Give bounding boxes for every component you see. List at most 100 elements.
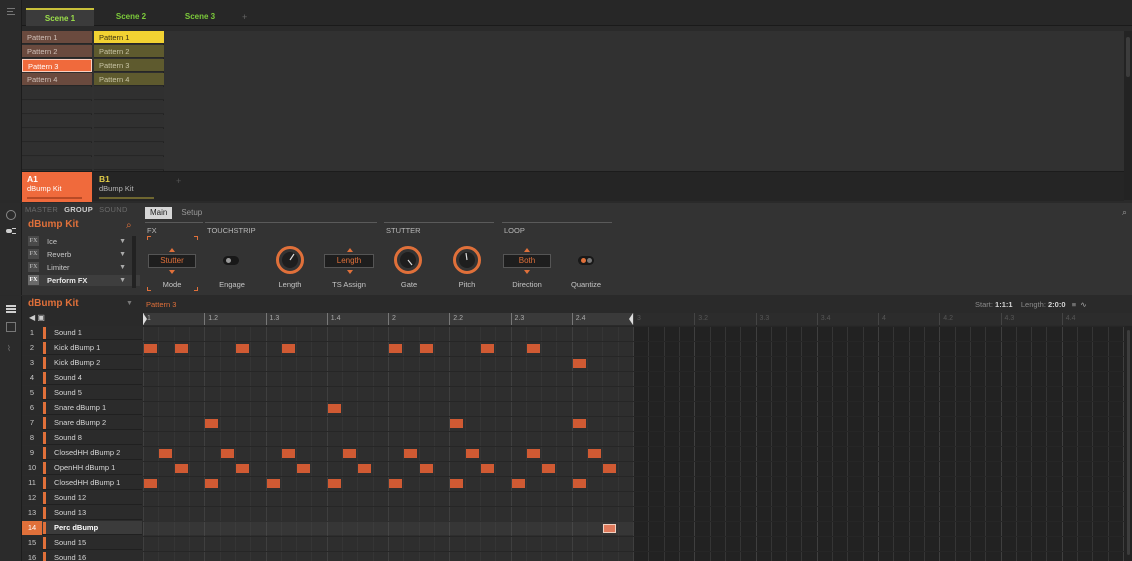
fx-list-scrollbar[interactable] xyxy=(132,236,136,288)
group-a1[interactable]: A1 dBump Kit xyxy=(22,172,92,202)
arranger-scrollbar[interactable] xyxy=(1124,31,1132,200)
tab-main[interactable]: Main xyxy=(145,207,173,219)
note[interactable] xyxy=(328,479,341,488)
tab-setup[interactable]: Setup xyxy=(176,207,207,219)
note[interactable] xyxy=(236,464,249,473)
sound-row[interactable]: 11 ClosedHH dBump 1 xyxy=(22,476,142,490)
tab-sound[interactable]: SOUND xyxy=(99,205,128,214)
empty-pattern-slot[interactable] xyxy=(22,129,92,142)
note[interactable] xyxy=(527,344,540,353)
empty-pattern-slot[interactable] xyxy=(22,101,92,114)
note[interactable] xyxy=(297,464,310,473)
empty-pattern-slot[interactable] xyxy=(94,143,164,156)
length-knob[interactable] xyxy=(276,246,304,274)
sound-row[interactable]: 13 Sound 13 xyxy=(22,506,142,520)
note[interactable] xyxy=(573,359,586,368)
note[interactable] xyxy=(159,449,172,458)
note[interactable] xyxy=(282,344,295,353)
empty-pattern-slot[interactable] xyxy=(94,129,164,142)
step-grid[interactable] xyxy=(143,326,633,561)
tab-group[interactable]: GROUP xyxy=(64,205,93,214)
pattern-cell-active[interactable]: Pattern 1 xyxy=(94,31,164,44)
note[interactable] xyxy=(328,404,341,413)
arrow-down-icon[interactable] xyxy=(169,270,175,274)
search-icon[interactable]: ⌕ xyxy=(126,220,132,231)
note[interactable] xyxy=(588,449,601,458)
sound-row[interactable]: 3 Kick dBump 2 xyxy=(22,356,142,370)
sound-row[interactable]: 1 Sound 1 xyxy=(22,326,142,340)
note[interactable] xyxy=(603,464,616,473)
sound-row[interactable]: 10 OpenHH dBump 1 xyxy=(22,461,142,475)
empty-pattern-slot[interactable] xyxy=(22,115,92,128)
note[interactable] xyxy=(450,479,463,488)
automation-icon[interactable]: ⌇ xyxy=(7,344,15,356)
sound-row[interactable]: 4 Sound 4 xyxy=(22,371,142,385)
editor-kit-name[interactable]: dBump Kit xyxy=(28,298,79,309)
chevron-down-icon[interactable]: ▼ xyxy=(126,300,133,307)
empty-pattern-slot[interactable] xyxy=(94,115,164,128)
chevron-down-icon[interactable]: ▼ xyxy=(119,249,126,260)
length-value[interactable]: 2:0:0 xyxy=(1048,300,1066,309)
note[interactable] xyxy=(221,449,234,458)
note[interactable] xyxy=(512,479,525,488)
pattern-cell[interactable]: Pattern 2 xyxy=(94,45,164,58)
arrow-up-icon[interactable] xyxy=(524,248,530,252)
empty-pattern-slot[interactable] xyxy=(22,87,92,100)
fx-slot-3[interactable]: FX Limiter ▼ xyxy=(28,262,140,273)
note[interactable] xyxy=(389,479,402,488)
pattern-name[interactable]: Pattern 3 xyxy=(146,300,176,309)
note-selected[interactable] xyxy=(603,524,616,533)
ts-assign-selector[interactable]: Length xyxy=(324,254,374,268)
plug-icon[interactable] xyxy=(6,227,16,235)
pattern-cell-selected[interactable]: Pattern 3 xyxy=(22,59,92,72)
sound-row[interactable]: 16 Sound 16 xyxy=(22,551,142,561)
note[interactable] xyxy=(343,449,356,458)
note[interactable] xyxy=(450,419,463,428)
fx-slot-4-selected[interactable]: FX Perform FX ▼ xyxy=(28,275,140,286)
sound-row[interactable]: 8 Sound 8 xyxy=(22,431,142,445)
note[interactable] xyxy=(236,344,249,353)
search-icon[interactable]: ⌕ xyxy=(1122,207,1127,218)
record-icon[interactable] xyxy=(6,210,16,220)
direction-selector[interactable]: Both xyxy=(503,254,551,268)
empty-pattern-slot[interactable] xyxy=(94,157,164,170)
sound-row[interactable]: 2 Kick dBump 1 xyxy=(22,341,142,355)
empty-pattern-slot[interactable] xyxy=(94,87,164,100)
arrow-up-icon[interactable] xyxy=(169,248,175,252)
pattern-cell[interactable]: Pattern 4 xyxy=(94,73,164,86)
note[interactable] xyxy=(573,479,586,488)
tab-master[interactable]: MASTER xyxy=(25,205,58,214)
note[interactable] xyxy=(404,449,417,458)
speaker-icon[interactable]: ◀︎ ▣ xyxy=(29,313,45,322)
scene-tab-3[interactable]: Scene 3 xyxy=(167,8,233,26)
fx-slot-2[interactable]: FX Reverb ▼ xyxy=(28,249,140,260)
note[interactable] xyxy=(175,344,188,353)
pattern-cell[interactable]: Pattern 2 xyxy=(22,45,92,58)
chevron-down-icon[interactable]: ▼ xyxy=(119,262,126,273)
sound-row[interactable]: 9 ClosedHH dBump 2 xyxy=(22,446,142,460)
note[interactable] xyxy=(527,449,540,458)
pattern-cell[interactable]: Pattern 1 xyxy=(22,31,92,44)
sound-row[interactable]: 12 Sound 12 xyxy=(22,491,142,505)
engage-toggle[interactable] xyxy=(223,256,239,265)
note[interactable] xyxy=(282,449,295,458)
editor-scrollbar[interactable] xyxy=(1125,326,1132,561)
pattern-cell[interactable]: Pattern 4 xyxy=(22,73,92,86)
arrow-down-icon[interactable] xyxy=(524,270,530,274)
timeline-ruler-outside-loop[interactable]: 3 3.2 3.3 3.4 4 4.2 4.3 4.4 xyxy=(633,313,1132,325)
chevron-down-icon[interactable]: ▼ xyxy=(119,236,126,247)
note[interactable] xyxy=(358,464,371,473)
scrollbar-thumb[interactable] xyxy=(1127,330,1130,555)
keyboard-view-icon[interactable] xyxy=(6,304,16,314)
note[interactable] xyxy=(144,479,157,488)
sound-row[interactable]: 6 Snare dBump 1 xyxy=(22,401,142,415)
grid-view-icon[interactable] xyxy=(6,322,16,332)
note[interactable] xyxy=(481,344,494,353)
quantize-toggle[interactable] xyxy=(578,256,594,265)
sound-row[interactable]: 15 Sound 15 xyxy=(22,536,142,550)
scene-tab-2[interactable]: Scene 2 xyxy=(98,8,164,26)
note[interactable] xyxy=(573,419,586,428)
arrow-down-icon[interactable] xyxy=(347,270,353,274)
step-grid-outside-loop[interactable] xyxy=(633,326,1125,561)
sound-row[interactable]: 14 Perc dBump xyxy=(22,521,142,535)
